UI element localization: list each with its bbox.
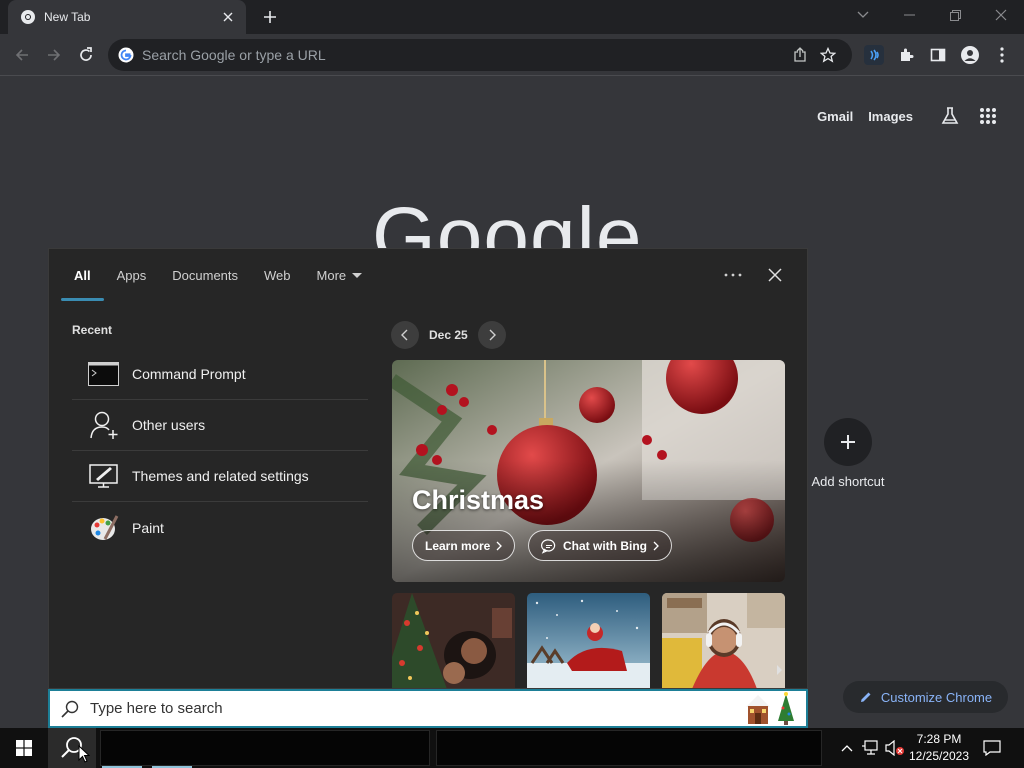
recent-list: Command Prompt Other users Themes and re… bbox=[72, 349, 368, 553]
tab-documents[interactable]: Documents bbox=[159, 249, 251, 301]
pencil-icon bbox=[860, 692, 871, 702]
reload-icon[interactable] bbox=[72, 41, 100, 69]
learn-more-button[interactable]: Learn more bbox=[412, 530, 516, 561]
taskbar-search-box[interactable] bbox=[48, 689, 808, 728]
search-input[interactable] bbox=[90, 700, 742, 717]
chrome-icon bbox=[21, 10, 35, 24]
previous-day-icon[interactable] bbox=[391, 321, 419, 349]
labs-flask-icon[interactable] bbox=[934, 100, 966, 132]
menu-kebab-icon[interactable] bbox=[988, 41, 1016, 69]
windows-logo-icon bbox=[16, 740, 32, 756]
extensions-puzzle-icon[interactable] bbox=[892, 41, 920, 69]
tab-new-tab[interactable]: New Tab bbox=[8, 0, 246, 34]
ntp-header-links: Gmail Images bbox=[817, 100, 1004, 132]
date-label: Dec 25 bbox=[429, 328, 468, 342]
thumbnail-woman-headphones[interactable] bbox=[662, 593, 786, 688]
customize-chrome-label: Customize Chrome bbox=[880, 689, 993, 705]
tab-web[interactable]: Web bbox=[251, 249, 304, 301]
woman-with-headphones-image bbox=[662, 593, 785, 688]
next-day-icon[interactable] bbox=[477, 321, 506, 349]
windows-search-panel: All Apps Documents Web More Recent Comma… bbox=[48, 248, 808, 689]
tab-strip: New Tab bbox=[0, 0, 1024, 34]
clock-time: 7:28 PM bbox=[916, 732, 962, 746]
close-window-icon[interactable] bbox=[978, 0, 1024, 30]
gmail-link[interactable]: Gmail bbox=[817, 109, 853, 124]
close-tab-icon[interactable] bbox=[220, 9, 236, 25]
command-prompt-icon bbox=[88, 359, 119, 390]
search-icon bbox=[61, 700, 79, 718]
images-link[interactable]: Images bbox=[868, 109, 913, 124]
gingerbread-house-icon bbox=[746, 691, 794, 725]
taskbar-search-button[interactable] bbox=[48, 728, 96, 768]
side-panel-icon[interactable] bbox=[924, 41, 952, 69]
chat-with-bing-label: Chat with Bing bbox=[563, 538, 647, 553]
recent-item-label: Command Prompt bbox=[132, 366, 246, 382]
profile-icon[interactable] bbox=[956, 41, 984, 69]
christmas-hero-card[interactable]: Christmas Learn more Chat with Bing bbox=[392, 360, 785, 582]
tab-more-label: More bbox=[316, 267, 347, 283]
share-icon[interactable] bbox=[786, 41, 814, 69]
hero-title: Christmas bbox=[412, 485, 545, 515]
caret-down-icon bbox=[352, 272, 363, 278]
recent-item-themes[interactable]: Themes and related settings bbox=[72, 451, 368, 502]
clock-date: 12/25/2023 bbox=[908, 749, 970, 763]
chat-with-bing-button[interactable]: Chat with Bing bbox=[528, 530, 672, 561]
add-shortcut-tile[interactable]: Add shortcut bbox=[806, 418, 890, 489]
minimize-icon[interactable] bbox=[886, 0, 932, 30]
network-icon[interactable] bbox=[860, 728, 882, 768]
toolbar bbox=[0, 34, 1024, 76]
omnibox[interactable] bbox=[108, 39, 852, 71]
more-options-icon[interactable] bbox=[719, 261, 747, 289]
restore-icon[interactable] bbox=[932, 0, 978, 30]
highlight-thumbnails bbox=[392, 593, 797, 688]
recent-item-label: Themes and related settings bbox=[132, 468, 309, 484]
taskbar-empty-area bbox=[100, 730, 430, 766]
show-hidden-icons-chevron-icon[interactable] bbox=[838, 728, 856, 768]
omnibox-input[interactable] bbox=[142, 47, 786, 63]
mouse-cursor-icon bbox=[78, 745, 90, 763]
recent-heading: Recent bbox=[72, 323, 113, 337]
search-scope-tabs: All Apps Documents Web More bbox=[61, 249, 375, 301]
taskbar-empty-area bbox=[436, 730, 822, 766]
date-navigator: Dec 25 bbox=[391, 321, 506, 349]
thumbnail-family-tree[interactable] bbox=[392, 593, 515, 688]
start-button[interactable] bbox=[0, 728, 48, 768]
google-g-icon bbox=[118, 47, 134, 63]
close-panel-icon[interactable] bbox=[761, 261, 789, 289]
family-christmas-tree-image bbox=[392, 593, 515, 688]
notifications-icon[interactable] bbox=[980, 728, 1004, 768]
recent-item-paint[interactable]: Paint bbox=[72, 502, 368, 553]
user-add-icon bbox=[88, 410, 119, 441]
thumbnail-santa-sleigh[interactable] bbox=[527, 593, 650, 688]
taskbar: 7:28 PM 12/25/2023 bbox=[0, 728, 1024, 768]
tab-search-icon[interactable] bbox=[840, 0, 886, 30]
chevron-right-icon bbox=[496, 541, 503, 550]
back-icon[interactable] bbox=[8, 41, 36, 69]
tab-more[interactable]: More bbox=[304, 249, 376, 301]
recent-item-other-users[interactable]: Other users bbox=[72, 400, 368, 451]
google-apps-grid-icon[interactable] bbox=[972, 100, 1004, 132]
plus-icon bbox=[824, 418, 872, 466]
tab-apps[interactable]: Apps bbox=[104, 249, 160, 301]
forward-icon[interactable] bbox=[40, 41, 68, 69]
paint-icon bbox=[88, 512, 119, 543]
taskbar-clock[interactable]: 7:28 PM 12/25/2023 bbox=[900, 731, 978, 765]
themes-icon bbox=[88, 461, 119, 492]
santa-sleigh-image bbox=[527, 593, 650, 688]
recent-item-label: Other users bbox=[132, 417, 206, 433]
extension-wave-icon[interactable] bbox=[860, 41, 888, 69]
recent-item-label: Paint bbox=[132, 519, 164, 536]
learn-more-label: Learn more bbox=[425, 538, 491, 553]
chat-bubble-icon bbox=[541, 538, 556, 554]
new-tab-button[interactable] bbox=[258, 6, 282, 28]
chevron-right-icon bbox=[653, 541, 659, 550]
tab-all[interactable]: All bbox=[61, 249, 104, 301]
tab-title: New Tab bbox=[44, 10, 91, 24]
bookmark-star-icon[interactable] bbox=[814, 41, 842, 69]
next-thumbnails-icon[interactable] bbox=[772, 656, 786, 684]
recent-item-command-prompt[interactable]: Command Prompt bbox=[72, 349, 368, 400]
customize-chrome-button[interactable]: Customize Chrome bbox=[843, 681, 1008, 713]
add-shortcut-label: Add shortcut bbox=[811, 474, 885, 489]
